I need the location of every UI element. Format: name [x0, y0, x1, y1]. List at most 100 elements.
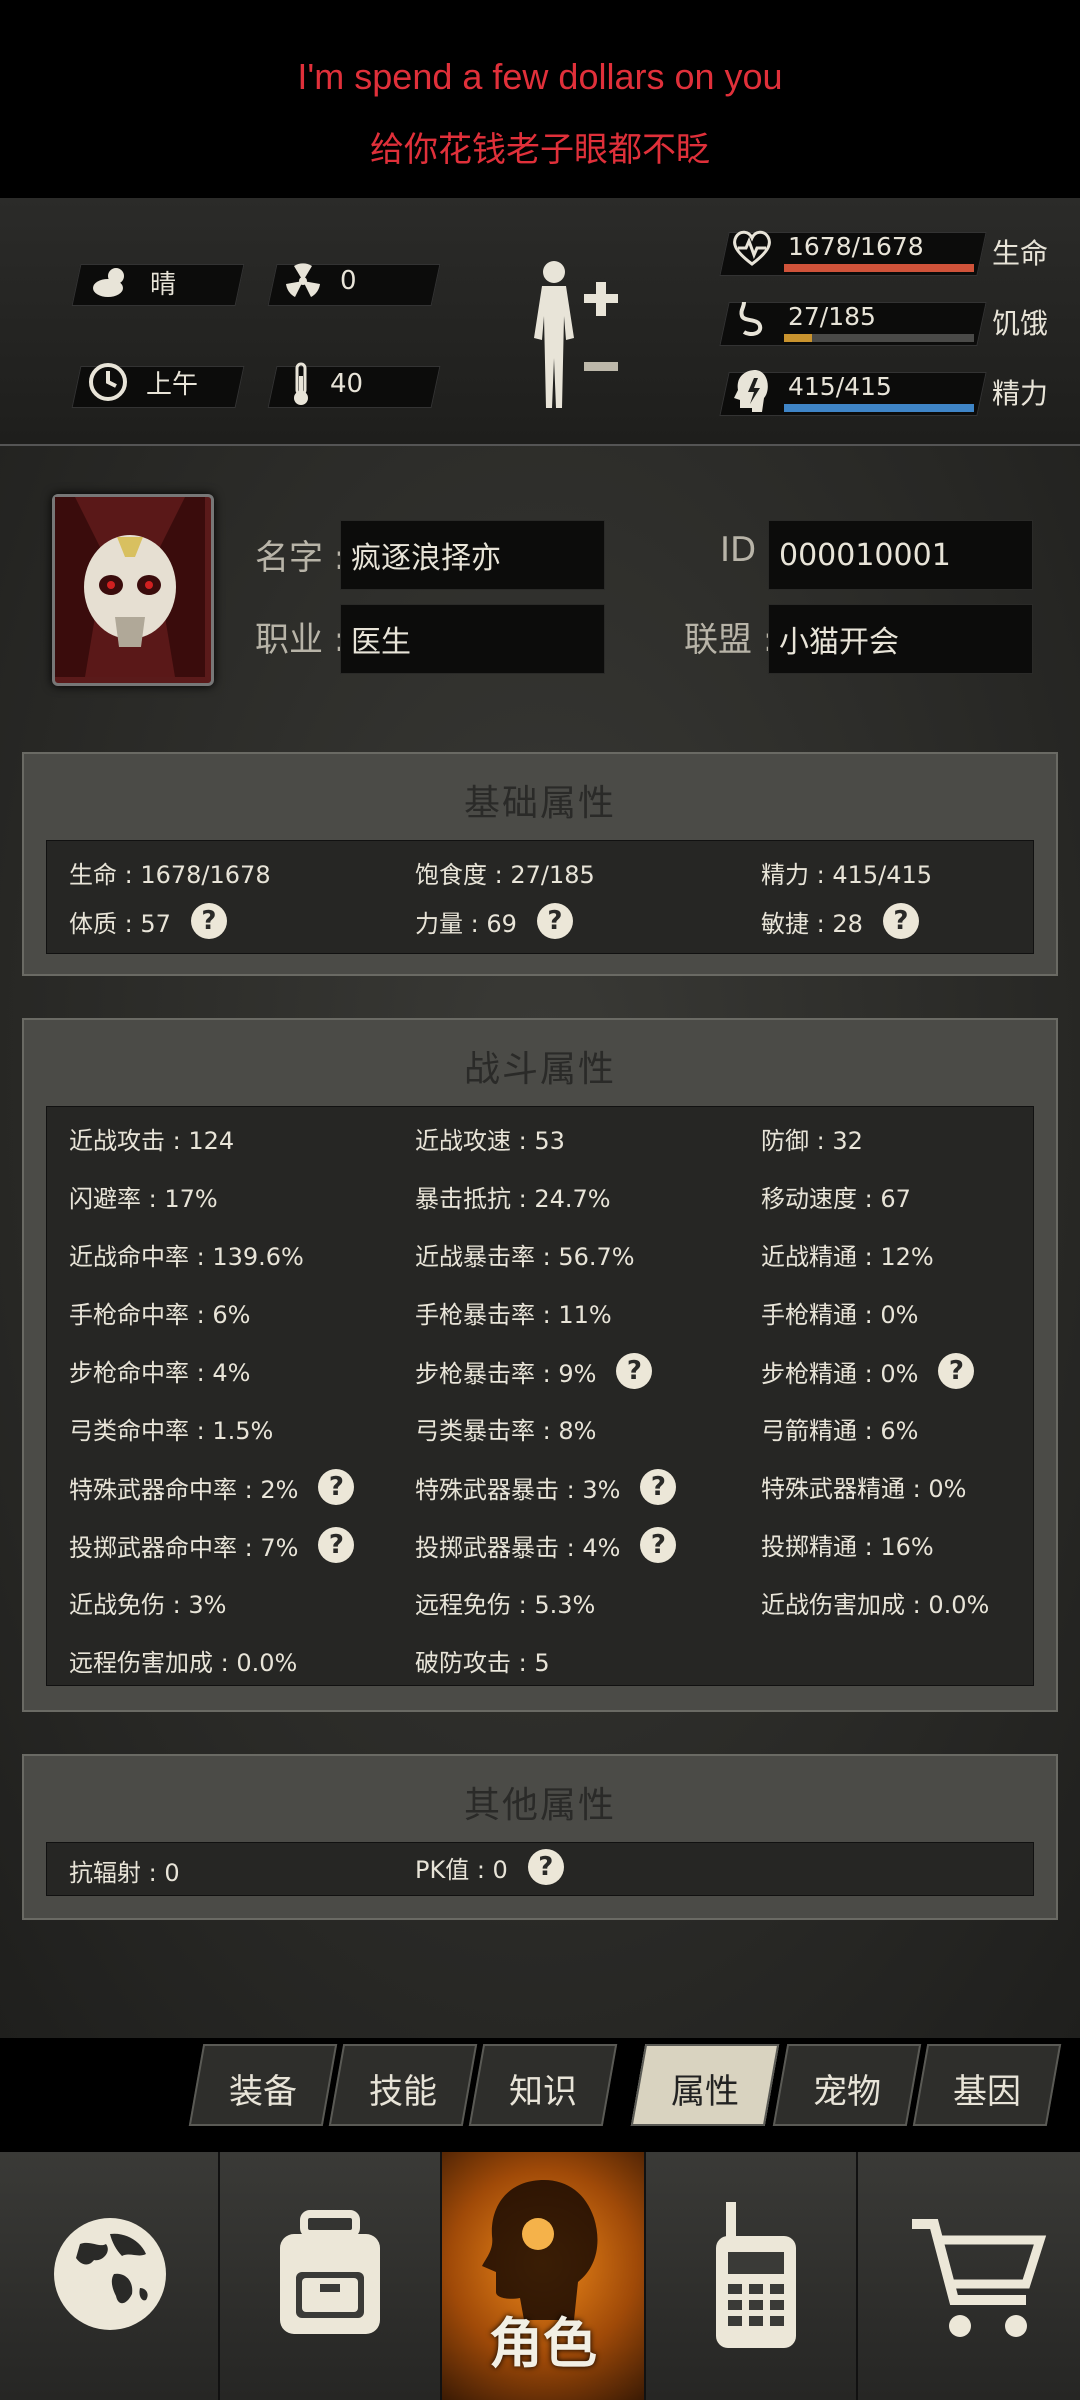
combat-attribute-text: 手枪命中率 : 6%: [69, 1301, 251, 1329]
combat-attribute: 闪避率 : 17%: [69, 1179, 218, 1214]
basic-energy: 精力 : 415/415: [761, 861, 933, 889]
weather-text: 晴: [150, 269, 177, 300]
combat-attribute-text: 手枪精通 : 0%: [761, 1301, 919, 1329]
combat-attribute-text: 远程免伤 : 5.3%: [415, 1591, 596, 1619]
temperature-value: 40: [330, 369, 364, 399]
shopping-cart-icon: [912, 2219, 1047, 2337]
tab-attributes-label: 属性: [671, 2072, 739, 2112]
alliance-value: 小猫开会: [779, 625, 899, 660]
combat-attribute-text: 投掷精通 : 16%: [761, 1533, 934, 1561]
character-avatar[interactable]: [52, 494, 214, 686]
help-icon[interactable]: ?: [882, 903, 919, 939]
combat-attribute: 投掷武器命中率 : 7%?: [69, 1527, 355, 1563]
job-value: 医生: [351, 625, 411, 660]
ad-text-english: I'm spend a few dollars on you: [297, 56, 783, 97]
combat-attribute: 投掷武器暴击 : 4%?: [415, 1527, 677, 1563]
combat-attribute-text: 移动速度 : 67: [761, 1185, 911, 1213]
help-icon[interactable]: ?: [616, 1353, 653, 1389]
basic-attributes-title: 基础属性: [463, 783, 616, 824]
walkie-talkie-icon: [716, 2202, 796, 2348]
combat-attribute-text: 近战命中率 : 139.6%: [69, 1243, 304, 1271]
ad-banner[interactable]: I'm spend a few dollars on you 给你花钱老子眼都不…: [0, 0, 1080, 198]
energy-bar: [784, 404, 974, 412]
health-bar-fill: [784, 264, 974, 272]
status-bar: 晴 0 上午 40 1678/1678 生命 27/185 饥饿 415/415…: [0, 198, 1080, 446]
help-icon[interactable]: ?: [938, 1353, 975, 1389]
combat-attribute: 近战伤害加成 : 0.0%: [761, 1585, 989, 1620]
help-icon[interactable]: ?: [190, 903, 227, 939]
combat-attribute-text: 特殊武器暴击 : 3%: [415, 1475, 621, 1504]
combat-attribute-text: 弓类命中率 : 1.5%: [69, 1417, 274, 1445]
basic-health: 生命 : 1678/1678: [69, 861, 271, 889]
heartbeat-icon: [730, 228, 774, 272]
combat-attribute-text: 近战攻击 : 124: [69, 1127, 235, 1155]
hunger-label: 饥饿: [992, 307, 1049, 340]
tab-pets-label: 宠物: [813, 2072, 881, 2112]
help-icon[interactable]: ?: [536, 903, 573, 939]
weather-cloud-sun-icon: [90, 262, 132, 302]
combat-attribute-text: 暴击抵抗 : 24.7%: [415, 1185, 611, 1213]
combat-attribute-text: 闪避率 : 17%: [69, 1185, 218, 1213]
combat-attribute: 弓类暴击率 : 8%: [415, 1411, 596, 1446]
energy-label: 精力: [992, 377, 1049, 410]
combat-attribute: 手枪精通 : 0%: [761, 1295, 918, 1330]
energy-stat: 415/415 精力: [719, 366, 1070, 416]
hunger-bar: [784, 334, 974, 342]
help-icon[interactable]: ?: [640, 1469, 677, 1505]
character-tabs: 装备 技能 知识 属性 宠物 基因: [188, 2044, 1066, 2130]
thermometer-icon: [290, 362, 312, 406]
weather-display: 晴: [90, 262, 176, 302]
help-icon[interactable]: ?: [527, 1849, 564, 1885]
nav-inventory-button[interactable]: [220, 2152, 442, 2400]
help-icon[interactable]: ?: [318, 1469, 355, 1505]
job-field: 医生: [340, 604, 605, 674]
clock-icon: [88, 362, 128, 402]
other-attributes-table: 抗辐射 : 0 PK值 : 0 ?: [46, 1842, 1034, 1896]
hunger-stat: 27/185 饥饿: [719, 296, 1070, 346]
tab-skills-label: 技能: [369, 2072, 437, 2112]
nav-character-button[interactable]: 角色: [442, 2152, 646, 2400]
combat-attribute: 弓类命中率 : 1.5%: [69, 1411, 273, 1446]
time-of-day-text: 上午: [146, 369, 199, 400]
health-bar: [784, 264, 974, 272]
name-value: 疯逐浪择亦: [351, 541, 501, 576]
combat-attribute: 近战攻速 : 53: [415, 1121, 565, 1156]
combat-attributes-section: 战斗属性 近战攻击 : 124 近战攻速 : 53 防御 : 32 闪避率 : 17%…: [22, 1018, 1058, 1712]
combat-attribute: 步枪精通 : 0%?: [761, 1353, 975, 1389]
combat-attribute-text: 近战暴击率 : 56.7%: [415, 1243, 635, 1271]
nav-shop-button[interactable]: [858, 2152, 1080, 2400]
help-icon[interactable]: ?: [318, 1527, 355, 1563]
job-label: 职业 :: [255, 620, 346, 660]
nav-world-button[interactable]: [0, 2152, 220, 2400]
health-stat: 1678/1678 生命: [719, 226, 1070, 276]
body-status-button[interactable]: [520, 258, 630, 418]
bottom-navigation: 角色: [0, 2152, 1080, 2400]
combat-attributes-title: 战斗属性: [463, 1049, 616, 1090]
combat-attribute: 特殊武器精通 : 0%: [761, 1469, 966, 1504]
combat-attribute-text: 步枪精通 : 0%: [761, 1359, 919, 1388]
combat-attribute: 特殊武器命中率 : 2%?: [69, 1469, 355, 1505]
combat-attribute: 近战攻击 : 124: [69, 1121, 234, 1156]
tab-genes-label: 基因: [953, 2072, 1021, 2112]
skull-portrait-icon: [55, 497, 205, 677]
combat-attribute: 近战命中率 : 139.6%: [69, 1237, 304, 1272]
combat-attribute: 特殊武器暴击 : 3%?: [415, 1469, 677, 1505]
combat-attribute-text: 防御 : 32: [761, 1127, 863, 1155]
globe-icon: [54, 2218, 166, 2330]
combat-attribute: 手枪暴击率 : 11%: [415, 1295, 612, 1330]
nav-radio-button[interactable]: [646, 2152, 858, 2400]
combat-attribute-text: 特殊武器命中率 : 2%: [69, 1475, 299, 1504]
alliance-field: 小猫开会: [768, 604, 1033, 674]
ad-text-chinese: 给你花钱老子眼都不眨: [370, 130, 710, 170]
head-lightning-icon: [730, 368, 774, 416]
combat-attribute-text: 弓类暴击率 : 8%: [415, 1417, 597, 1445]
combat-attribute: 破防攻击 : 5: [415, 1643, 550, 1678]
time-display: 上午: [88, 362, 198, 402]
combat-attribute: 近战暴击率 : 56.7%: [415, 1237, 635, 1272]
id-value: 000010001: [779, 537, 951, 573]
combat-attribute: 近战免伤 : 3%: [69, 1585, 226, 1620]
help-icon[interactable]: ?: [640, 1527, 677, 1563]
combat-attribute-text: 近战精通 : 12%: [761, 1243, 934, 1271]
alliance-label: 联盟 :: [684, 620, 775, 660]
combat-attribute-text: 破防攻击 : 5: [415, 1649, 550, 1677]
